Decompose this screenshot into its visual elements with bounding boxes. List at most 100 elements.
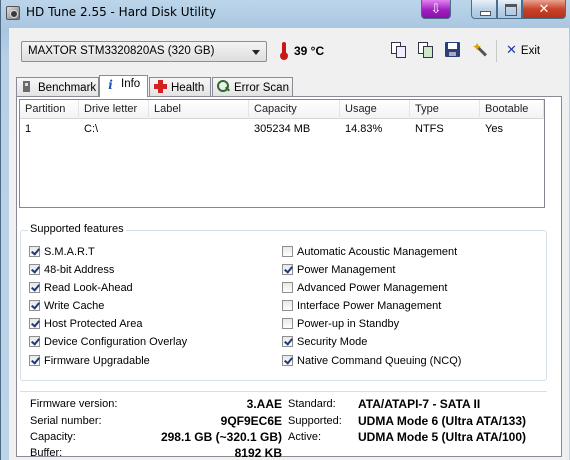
standard-value: ATA/ATAPI-7 - SATA II bbox=[358, 397, 481, 411]
tab-error-scan[interactable]: Error Scan bbox=[212, 77, 293, 96]
feature-interface-power-management[interactable]: Interface Power Management bbox=[282, 300, 441, 314]
feature-smart[interactable]: S.M.A.R.T bbox=[29, 246, 95, 260]
checkbox[interactable] bbox=[282, 246, 293, 257]
download-button[interactable]: ⇩ bbox=[421, 0, 451, 19]
serial-value: 9QF9EC6E bbox=[220, 414, 282, 428]
firmware-value: 3.AAE bbox=[246, 397, 282, 411]
chevron-down-icon bbox=[252, 50, 260, 55]
feature-firmware-upgradable[interactable]: Firmware Upgradable bbox=[29, 355, 150, 369]
app-window: HD Tune 2.55 - Hard Disk Utility ⇩ ✕ MAX… bbox=[0, 0, 570, 460]
checkbox[interactable] bbox=[282, 318, 293, 329]
tab-health[interactable]: Health bbox=[149, 77, 211, 96]
feature-label: Device Configuration Overlay bbox=[44, 336, 188, 348]
buffer-value: 8192 KB bbox=[234, 446, 282, 460]
drive-selector-value: MAXTOR STM3320820AS (320 GB) bbox=[28, 45, 215, 57]
checkbox[interactable] bbox=[282, 336, 293, 347]
feature-write-cache[interactable]: Write Cache bbox=[29, 300, 104, 314]
column-header[interactable]: Type bbox=[410, 100, 480, 119]
drive-letter: C:\ bbox=[84, 123, 99, 135]
close-button[interactable]: ✕ bbox=[522, 0, 566, 19]
feature-label: Automatic Acoustic Management bbox=[297, 246, 458, 258]
tab-label: Health bbox=[171, 82, 205, 94]
checkbox[interactable] bbox=[29, 282, 40, 293]
partition-number: 1 bbox=[25, 123, 32, 135]
client-area: MAXTOR STM3320820AS (320 GB) 39 °C ✦ ✕ Ex… bbox=[9, 28, 569, 460]
feature-device-configuration-overlay[interactable]: Device Configuration Overlay bbox=[29, 336, 187, 350]
active-mode-value: UDMA Mode 5 (Ultra ATA/100) bbox=[358, 430, 527, 444]
feature-security-mode[interactable]: Security Mode bbox=[282, 336, 367, 350]
copy-screenshot-icon[interactable] bbox=[417, 41, 435, 59]
column-header[interactable]: Bootable bbox=[480, 100, 544, 119]
magnifier-icon bbox=[217, 80, 230, 93]
checkbox[interactable] bbox=[29, 355, 40, 366]
copy-icon[interactable] bbox=[390, 41, 408, 59]
feature-label: Firmware Upgradable bbox=[44, 355, 150, 367]
checkbox[interactable] bbox=[29, 246, 40, 257]
checkbox[interactable] bbox=[282, 355, 293, 366]
supported-features-group: Supported features S.M.A.R.T 48-bit Addr… bbox=[20, 223, 547, 381]
title-bar[interactable]: HD Tune 2.55 - Hard Disk Utility ⇩ ✕ bbox=[1, 0, 570, 26]
column-header[interactable]: Capacity bbox=[249, 100, 340, 119]
column-header[interactable]: Partition bbox=[20, 100, 79, 119]
checkbox[interactable] bbox=[282, 264, 293, 275]
hdtune-app-icon bbox=[6, 6, 20, 20]
feature-power-up-in-standby[interactable]: Power-up in Standby bbox=[282, 318, 399, 332]
partition-bootable: Yes bbox=[485, 123, 503, 135]
feature-label: S.M.A.R.T bbox=[44, 246, 95, 258]
feature-automatic-acoustic-management[interactable]: Automatic Acoustic Management bbox=[282, 246, 457, 260]
feature-label: Native Command Queuing (NCQ) bbox=[297, 355, 462, 367]
minimize-button[interactable] bbox=[471, 0, 497, 19]
standard-label: Standard: bbox=[288, 398, 336, 410]
capacity-label: Capacity: bbox=[30, 431, 76, 443]
feature-host-protected-area[interactable]: Host Protected Area bbox=[29, 318, 142, 332]
feature-label: Host Protected Area bbox=[44, 318, 143, 330]
feature-read-look-ahead[interactable]: Read Look-Ahead bbox=[29, 282, 133, 296]
feature-power-management[interactable]: Power Management bbox=[282, 264, 395, 278]
options-icon[interactable]: ✦ bbox=[471, 41, 489, 59]
feature-label: Write Cache bbox=[44, 300, 105, 312]
serial-label: Serial number: bbox=[30, 415, 102, 427]
feature-label: Power Management bbox=[297, 264, 396, 276]
tab-label: Error Scan bbox=[234, 82, 289, 94]
tab-benchmark[interactable]: Benchmark bbox=[16, 77, 99, 96]
feature-ncq[interactable]: Native Command Queuing (NCQ) bbox=[282, 355, 461, 369]
tab-info[interactable]: i Info bbox=[99, 75, 148, 97]
feature-label: Interface Power Management bbox=[297, 300, 442, 312]
exit-button[interactable]: ✕ Exit bbox=[506, 42, 540, 60]
save-icon[interactable] bbox=[444, 41, 462, 59]
checkbox[interactable] bbox=[29, 318, 40, 329]
group-title: Supported features bbox=[28, 223, 126, 235]
temperature-readout: 39 °C bbox=[294, 44, 325, 58]
column-header[interactable]: Drive letter bbox=[79, 100, 149, 119]
maximize-button[interactable] bbox=[497, 0, 522, 19]
exit-icon: ✕ bbox=[506, 42, 517, 57]
checkbox[interactable] bbox=[282, 300, 293, 311]
feature-48bit-address[interactable]: 48-bit Address bbox=[29, 264, 114, 278]
column-header[interactable]: Label bbox=[149, 100, 249, 119]
exit-label: Exit bbox=[520, 45, 541, 57]
info-icon: i bbox=[104, 79, 117, 92]
feature-advanced-power-management[interactable]: Advanced Power Management bbox=[282, 282, 447, 296]
feature-label: Security Mode bbox=[297, 336, 368, 348]
info-panel: Partition Drive letter Label Capacity Us… bbox=[16, 96, 562, 460]
thermometer-icon bbox=[280, 42, 288, 60]
checkbox[interactable] bbox=[29, 336, 40, 347]
partition-usage: 14.83% bbox=[345, 123, 383, 135]
partition-list[interactable]: Partition Drive letter Label Capacity Us… bbox=[19, 99, 545, 208]
column-header[interactable]: Usage bbox=[340, 100, 410, 119]
firmware-label: Firmware version: bbox=[30, 398, 118, 410]
drive-selector[interactable]: MAXTOR STM3320820AS (320 GB) bbox=[21, 41, 267, 62]
benchmark-icon bbox=[21, 80, 34, 93]
checkbox[interactable] bbox=[282, 282, 293, 293]
table-row[interactable]: 1 C:\ 305234 MB 14.83% NTFS Yes bbox=[20, 120, 544, 138]
window-title: HD Tune 2.55 - Hard Disk Utility bbox=[26, 5, 217, 19]
supported-mode-label: Supported: bbox=[288, 415, 342, 427]
feature-label: Power-up in Standby bbox=[297, 318, 400, 330]
feature-label: 48-bit Address bbox=[44, 264, 115, 276]
feature-label: Read Look-Ahead bbox=[44, 282, 133, 294]
checkbox[interactable] bbox=[29, 300, 40, 311]
partition-list-header: Partition Drive letter Label Capacity Us… bbox=[20, 100, 544, 119]
partition-type: NTFS bbox=[415, 123, 444, 135]
checkbox[interactable] bbox=[29, 264, 40, 275]
health-icon bbox=[154, 80, 167, 93]
